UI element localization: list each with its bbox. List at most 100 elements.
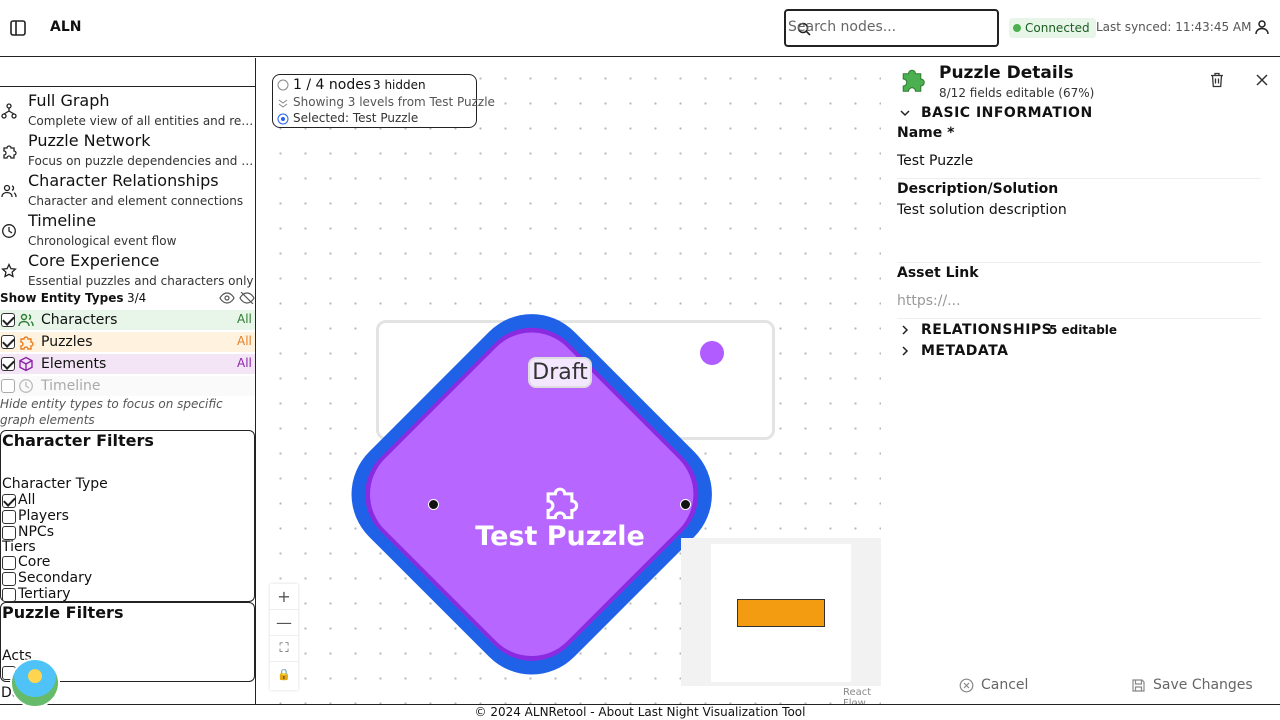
entity-type-name: Timeline: [41, 378, 101, 394]
entity-type-characters[interactable]: Characters All: [0, 310, 255, 332]
user-icon[interactable]: [1254, 19, 1270, 39]
graph-icon: [1, 103, 17, 119]
connection-status-text: Connected: [1025, 21, 1090, 35]
checkbox[interactable]: [1, 313, 15, 327]
view-desc: Essential puzzles and characters only: [28, 274, 254, 288]
save-changes-button[interactable]: Save Changes: [1131, 677, 1271, 697]
checkbox[interactable]: [2, 556, 16, 570]
section-metadata[interactable]: METADATA: [899, 343, 1279, 361]
zoom-in-button[interactable]: +: [270, 584, 298, 610]
option-label: Core: [18, 554, 51, 570]
field-divider: [897, 178, 1261, 179]
zoom-out-button[interactable]: —: [270, 610, 298, 636]
view-title: Puzzle Network: [28, 131, 151, 150]
graph-canvas[interactable]: 1 / 4 nodes 3 hidden Showing 3 levels fr…: [257, 58, 881, 704]
view-desc: Focus on puzzle dependencies and rewards: [28, 154, 254, 168]
x-circle-icon: [959, 678, 974, 693]
node-count: 1 / 4 nodes: [293, 77, 372, 93]
fit-view-button[interactable]: ⛶: [270, 636, 298, 662]
minimap[interactable]: [681, 538, 881, 686]
entity-type-all: All: [237, 356, 252, 370]
chevron-right-icon: [902, 325, 909, 335]
checkbox[interactable]: [1, 335, 15, 349]
option-label: All: [18, 492, 36, 508]
chevron-down-icon: [900, 110, 910, 117]
section-title: METADATA: [921, 343, 1009, 359]
status-indicator-dot: [700, 341, 724, 365]
checkbox[interactable]: [2, 572, 16, 586]
minimap-node: [737, 599, 825, 627]
entity-type-timeline[interactable]: Timeline: [0, 376, 255, 396]
checkbox[interactable]: [1, 379, 15, 393]
checkbox[interactable]: [1, 357, 15, 371]
asset-link-input[interactable]: https://...: [897, 293, 961, 309]
layers-icon: [278, 99, 288, 108]
lock-button[interactable]: 🔒: [270, 662, 298, 688]
trash-icon[interactable]: [1210, 72, 1224, 92]
app-root: ALN Connected Last synced: 11:43:45 AM F…: [0, 0, 1280, 720]
option-label: NPCs: [18, 524, 54, 540]
react-flow-attribution[interactable]: React Flow: [843, 687, 881, 704]
entity-types-label: Show Entity Types: [0, 291, 124, 305]
view-full-graph[interactable]: Full Graph Complete view of all entities…: [0, 91, 255, 131]
view-title: Core Experience: [28, 251, 160, 270]
users-icon: [18, 312, 34, 332]
left-sidebar: Full Graph Complete view of all entities…: [0, 58, 256, 704]
floating-avatar-icon[interactable]: [12, 660, 58, 706]
entity-type-name: Elements: [41, 356, 107, 372]
entity-type-puzzles[interactable]: Puzzles All: [0, 332, 255, 352]
eye-off-icon[interactable]: [239, 291, 255, 307]
puzzle-piece-icon: [898, 65, 926, 97]
top-header: ALN Connected Last synced: 11:43:45 AM: [0, 0, 1280, 57]
checkbox[interactable]: [2, 526, 16, 540]
view-character-relationships[interactable]: Character Relationships Character and el…: [0, 171, 255, 211]
view-core-experience[interactable]: Core Experience Essential puzzles and ch…: [0, 251, 255, 291]
asset-link-label: Asset Link: [897, 265, 979, 281]
view-desc: Character and element connections: [28, 194, 244, 208]
section-relationships[interactable]: RELATIONSHIPS 5 editable: [899, 322, 1279, 340]
status-dot-icon: [1013, 24, 1021, 32]
entity-type-elements[interactable]: Elements All: [0, 354, 255, 376]
sidebar-toggle-icon[interactable]: [9, 19, 27, 37]
option-label: Secondary: [18, 570, 93, 586]
close-icon[interactable]: [1255, 72, 1269, 91]
node-title: Test Puzzle: [475, 521, 645, 552]
checkbox[interactable]: [2, 588, 16, 602]
last-synced-text: Last synced: 11:43:45 AM: [1096, 20, 1252, 34]
node-handle-right[interactable]: [680, 499, 691, 510]
view-timeline[interactable]: Timeline Chronological event flow: [0, 211, 255, 251]
editable-count: 5 editable: [1049, 323, 1118, 337]
details-subtitle: 8/12 fields editable (67%): [939, 86, 1095, 100]
option-label: Tertiary: [18, 586, 71, 602]
puzzle-icon: [540, 482, 580, 524]
search-box[interactable]: [784, 9, 999, 47]
footer-text: © 2024 ALNRetool - About Last Night Visu…: [474, 705, 806, 719]
search-input[interactable]: [788, 19, 988, 35]
entity-type-all: All: [237, 312, 252, 326]
app-name[interactable]: ALN: [50, 19, 81, 35]
section-basic-information[interactable]: BASIC INFORMATION: [899, 105, 1279, 123]
details-title: Puzzle Details: [939, 63, 1074, 83]
star-icon: [1, 263, 17, 278]
target-icon: [277, 113, 289, 125]
name-field[interactable]: Test Puzzle: [897, 153, 1263, 169]
footer: © 2024 ALNRetool - About Last Night Visu…: [0, 704, 1280, 720]
view-title: Full Graph: [28, 91, 110, 110]
graph-info-panel: 1 / 4 nodes 3 hidden Showing 3 levels fr…: [272, 74, 495, 128]
field-divider: [897, 318, 1261, 319]
description-field[interactable]: Test solution description: [897, 202, 1263, 260]
sidebar-divider: [0, 86, 255, 87]
view-title: Character Relationships: [28, 171, 219, 190]
view-desc: Chronological event flow: [28, 234, 177, 248]
checkbox[interactable]: [2, 510, 16, 524]
save-label: Save Changes: [1153, 677, 1253, 693]
character-filters-panel: Character Filters Character Type All Pla…: [0, 430, 255, 602]
section-title: BASIC INFORMATION: [921, 105, 1093, 121]
cancel-button[interactable]: Cancel: [959, 677, 1069, 697]
checkbox[interactable]: [2, 494, 16, 508]
entity-types-hint: Hide entity types to focus on specific g…: [0, 397, 223, 427]
eye-icon[interactable]: [219, 292, 235, 307]
cube-icon: [18, 356, 34, 376]
node-handle-left[interactable]: [428, 499, 439, 510]
view-puzzle-network[interactable]: Puzzle Network Focus on puzzle dependenc…: [0, 131, 255, 171]
